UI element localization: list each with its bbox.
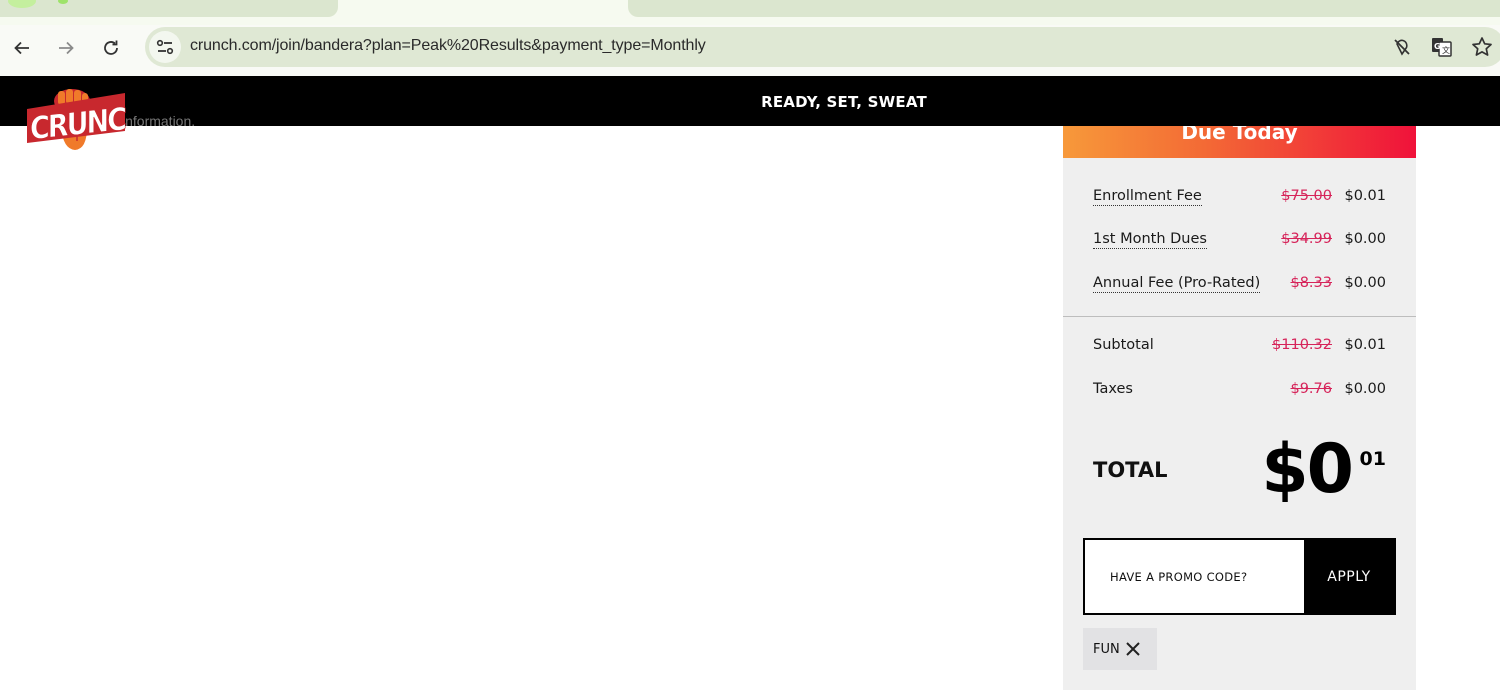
close-icon bbox=[1126, 642, 1140, 656]
tab-favicon-icon bbox=[8, 0, 36, 8]
browser-toolbar: crunch.com/join/bandera?plan=Peak%20Resu… bbox=[0, 25, 1500, 76]
subtotal-original-price: $110.32 bbox=[1272, 337, 1332, 353]
order-summary-panel: Due Today Enrollment Fee $75.00 $0.01 1s… bbox=[1063, 126, 1416, 690]
taxes-row: Taxes $9.76 $0.00 bbox=[1093, 381, 1386, 403]
taxes-price: $0.00 bbox=[1344, 381, 1386, 397]
total-amount: $0 bbox=[1261, 430, 1354, 509]
total-label: TOTAL bbox=[1093, 458, 1168, 482]
fee-row-first-month: 1st Month Dues $34.99 $0.00 bbox=[1093, 231, 1386, 253]
fee-label[interactable]: Annual Fee (Pro-Rated) bbox=[1093, 275, 1261, 293]
applied-promo-chip: FUN bbox=[1083, 628, 1157, 670]
site-info-button[interactable] bbox=[149, 31, 181, 63]
svg-text:G: G bbox=[1434, 42, 1441, 51]
fee-label[interactable]: Enrollment Fee bbox=[1093, 188, 1202, 206]
reload-icon bbox=[104, 40, 118, 55]
promo-code-input[interactable] bbox=[1085, 540, 1305, 613]
arrow-right-icon bbox=[59, 41, 74, 55]
apply-promo-button[interactable]: APPLY bbox=[1304, 540, 1394, 613]
browser-tab[interactable] bbox=[0, 0, 338, 17]
fee-label[interactable]: 1st Month Dues bbox=[1093, 231, 1207, 249]
applied-promo-code: FUN bbox=[1093, 641, 1120, 657]
fee-price: $0.00 bbox=[1344, 231, 1386, 247]
subtotal-price: $0.01 bbox=[1344, 337, 1386, 353]
fee-row-annual: Annual Fee (Pro-Rated) $8.33 $0.00 bbox=[1093, 275, 1386, 297]
fee-original-price: $34.99 bbox=[1281, 231, 1332, 247]
translate-icon: G文 bbox=[1432, 38, 1452, 57]
logo-wordmark: CRUNCH bbox=[30, 98, 127, 146]
taxes-label: Taxes bbox=[1093, 381, 1133, 397]
translate-button[interactable]: G文 bbox=[1430, 35, 1454, 59]
browser-tab[interactable] bbox=[628, 0, 1500, 17]
fee-price: $0.00 bbox=[1344, 275, 1386, 291]
remove-promo-button[interactable] bbox=[1124, 640, 1142, 658]
summary-divider bbox=[1063, 316, 1416, 317]
tab-indicator-icon bbox=[58, 0, 68, 4]
fee-original-price: $75.00 bbox=[1281, 188, 1332, 204]
crunch-logo[interactable]: CRUNCH bbox=[25, 87, 127, 153]
tracking-protection-button[interactable] bbox=[1390, 35, 1414, 59]
promo-code-form: APPLY bbox=[1083, 538, 1396, 615]
reload-button[interactable] bbox=[97, 34, 125, 62]
fee-original-price: $8.33 bbox=[1290, 275, 1332, 291]
browser-tab-strip bbox=[0, 0, 1500, 25]
partially-hidden-text: information. bbox=[122, 113, 196, 129]
subtotal-row: Subtotal $110.32 $0.01 bbox=[1093, 337, 1386, 359]
due-today-title: Due Today bbox=[1181, 126, 1298, 144]
bookmark-button[interactable] bbox=[1470, 35, 1494, 59]
back-button[interactable] bbox=[8, 34, 36, 62]
total-cents: 01 bbox=[1359, 448, 1386, 470]
due-today-header: Due Today bbox=[1063, 126, 1416, 158]
svg-text:文: 文 bbox=[1442, 45, 1450, 55]
header-slogan: READY, SET, SWEAT bbox=[761, 93, 927, 111]
forward-button[interactable] bbox=[52, 34, 80, 62]
address-bar[interactable]: crunch.com/join/bandera?plan=Peak%20Resu… bbox=[145, 27, 1500, 67]
fee-price: $0.01 bbox=[1344, 188, 1386, 204]
tune-icon bbox=[156, 39, 174, 55]
site-header: READY, SET, SWEAT bbox=[0, 76, 1500, 126]
eye-off-icon bbox=[1394, 39, 1410, 56]
url-text[interactable]: crunch.com/join/bandera?plan=Peak%20Resu… bbox=[190, 37, 706, 55]
taxes-original-price: $9.76 bbox=[1290, 381, 1332, 397]
star-icon bbox=[1472, 37, 1492, 56]
fee-row-enrollment: Enrollment Fee $75.00 $0.01 bbox=[1093, 188, 1386, 210]
arrow-left-icon bbox=[14, 41, 29, 55]
subtotal-label: Subtotal bbox=[1093, 337, 1154, 353]
